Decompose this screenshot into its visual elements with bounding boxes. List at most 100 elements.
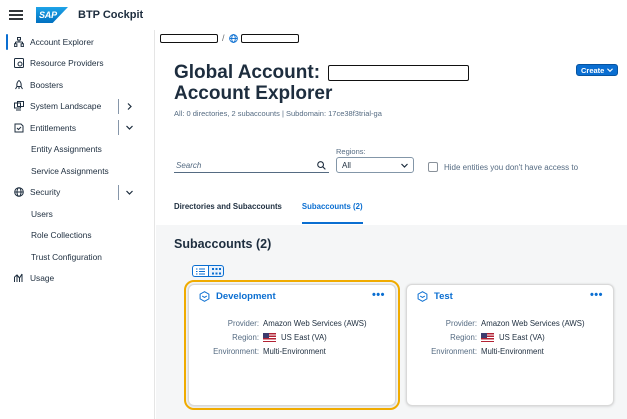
environment-value: Multi-Environment	[263, 347, 326, 356]
region-text: US East (VA)	[499, 333, 545, 342]
page-title-line1: Global Account:	[174, 62, 470, 83]
provider-label: Provider:	[445, 319, 477, 328]
sidebar-item-boosters[interactable]: Boosters	[0, 74, 154, 96]
sidebar-item-label: Trust Configuration	[31, 251, 102, 262]
sidebar-item-label: Role Collections	[31, 230, 92, 241]
breadcrumb: /	[160, 33, 299, 43]
breadcrumb-separator: /	[222, 33, 225, 43]
breadcrumb-current[interactable]	[240, 33, 299, 43]
subaccount-card-test[interactable]: Test ••• Provider: Amazon Web Services (…	[406, 284, 614, 406]
breadcrumb-global-account[interactable]	[160, 33, 218, 43]
title-global-account: Global Account:	[174, 62, 321, 83]
regions-select[interactable]: All	[336, 157, 414, 173]
provider-row: Provider: Amazon Web Services (AWS)	[407, 319, 613, 328]
card-header: Development	[199, 291, 276, 302]
shell-bar: SAP BTP Cockpit	[0, 0, 627, 30]
region-label: Region:	[232, 333, 259, 342]
usage-chart-icon	[12, 273, 26, 283]
search-icon[interactable]	[317, 160, 326, 170]
sidebar-item-trust-configuration[interactable]: Trust Configuration	[0, 246, 154, 268]
provider-value: Amazon Web Services (AWS)	[481, 319, 585, 328]
sidebar-item-label: Account Explorer	[30, 36, 94, 47]
create-button-label: Create	[581, 65, 605, 75]
us-flag-icon	[263, 333, 276, 342]
chevron-down-icon	[401, 162, 408, 169]
tab-bar: Directories and Subaccounts Subaccounts …	[174, 202, 383, 224]
sidebar-item-label: Entity Assignments	[31, 144, 102, 155]
sidebar-item-label: Security	[30, 187, 61, 198]
region-row: Region: US East (VA)	[189, 333, 395, 342]
landscape-icon	[12, 101, 26, 111]
provider-label: Provider:	[227, 319, 259, 328]
sidebar-item-security[interactable]: Security	[0, 182, 154, 204]
subaccount-card-development[interactable]: Development ••• Provider: Amazon Web Ser…	[184, 280, 400, 410]
card-header: Test	[417, 291, 453, 302]
create-button[interactable]: Create	[576, 64, 619, 76]
sidebar-item-label: Resource Providers	[30, 58, 104, 69]
section-title: Subaccounts (2)	[174, 237, 272, 251]
chevron-down-icon[interactable]	[118, 184, 140, 200]
region-label: Region:	[450, 333, 477, 342]
page-title-line2: Account Explorer	[174, 83, 333, 104]
tab-subaccounts[interactable]: Subaccounts (2)	[301, 202, 363, 224]
redacted-account-name	[328, 64, 470, 81]
search-input[interactable]: Search	[174, 158, 329, 173]
environment-row: Environment: Multi-Environment	[407, 347, 613, 356]
environment-label: Environment:	[431, 347, 477, 356]
sidebar-item-entitlements[interactable]: Entitlements	[0, 117, 154, 139]
sidebar-item-role-collections[interactable]: Role Collections	[0, 225, 154, 247]
environment-row: Environment: Multi-Environment	[189, 347, 395, 356]
subaccount-icon	[417, 291, 428, 302]
sidebar-item-label: Entitlements	[30, 122, 77, 133]
menu-icon[interactable]	[9, 10, 23, 20]
tab-directories-and-subaccounts[interactable]: Directories and Subaccounts	[174, 202, 282, 224]
sidebar-item-usage[interactable]: Usage	[0, 268, 154, 290]
checkbox[interactable]	[428, 162, 438, 172]
more-options-icon[interactable]: •••	[590, 289, 603, 301]
list-view-icon[interactable]	[192, 265, 208, 277]
card-title[interactable]: Test	[434, 291, 453, 302]
region-row: Region: US East (VA)	[407, 333, 613, 342]
more-options-icon[interactable]: •••	[372, 289, 385, 301]
sidebar-item-label: Users	[31, 208, 53, 219]
sidebar: Account Explorer Resource Providers Boos…	[0, 30, 155, 419]
us-flag-icon	[481, 333, 494, 342]
environment-label: Environment:	[213, 347, 259, 356]
hide-entities-checkbox[interactable]: Hide entities you don't have access to	[428, 162, 578, 172]
sidebar-item-entity-assignments[interactable]: Entity Assignments	[0, 139, 154, 161]
page-title: Global Account: Account Explorer	[174, 62, 470, 104]
subaccount-icon	[199, 291, 210, 302]
sidebar-item-users[interactable]: Users	[0, 203, 154, 225]
sidebar-item-label: Service Assignments	[31, 165, 109, 176]
sidebar-item-label: System Landscape	[30, 101, 102, 112]
provider-icon	[12, 58, 26, 69]
sidebar-item-label: Boosters	[30, 79, 64, 90]
chevron-down-icon	[607, 67, 614, 73]
region-value: US East (VA)	[263, 333, 327, 342]
search-placeholder: Search	[176, 160, 202, 170]
main-content: / Global Account: Account Explorer All: …	[156, 30, 627, 419]
card-title[interactable]: Development	[216, 291, 276, 302]
sidebar-item-label: Usage	[30, 273, 55, 284]
sidebar-item-system-landscape[interactable]: System Landscape	[0, 96, 154, 118]
view-toggle	[192, 265, 224, 277]
region-value: US East (VA)	[481, 333, 545, 342]
regions-value: All	[342, 160, 351, 170]
sidebar-item-resource-providers[interactable]: Resource Providers	[0, 53, 154, 75]
hierarchy-icon	[12, 36, 26, 47]
page-subtitle: All: 0 directories, 2 subaccounts | Subd…	[174, 109, 382, 118]
subaccounts-panel: Subaccounts (2) Development ••• Provider…	[156, 225, 627, 419]
environment-value: Multi-Environment	[481, 347, 544, 356]
app-title: BTP Cockpit	[78, 9, 144, 21]
sidebar-item-service-assignments[interactable]: Service Assignments	[0, 160, 154, 182]
hide-entities-label: Hide entities you don't have access to	[444, 162, 579, 172]
provider-row: Provider: Amazon Web Services (AWS)	[189, 319, 395, 328]
chevron-right-icon[interactable]	[118, 98, 140, 114]
sidebar-item-account-explorer[interactable]: Account Explorer	[0, 31, 154, 53]
region-text: US East (VA)	[281, 333, 327, 342]
chevron-down-icon[interactable]	[118, 120, 140, 135]
sap-logo: SAP	[36, 7, 68, 23]
provider-value: Amazon Web Services (AWS)	[263, 319, 367, 328]
entitlements-icon	[12, 123, 26, 133]
tile-view-icon[interactable]	[208, 265, 224, 277]
